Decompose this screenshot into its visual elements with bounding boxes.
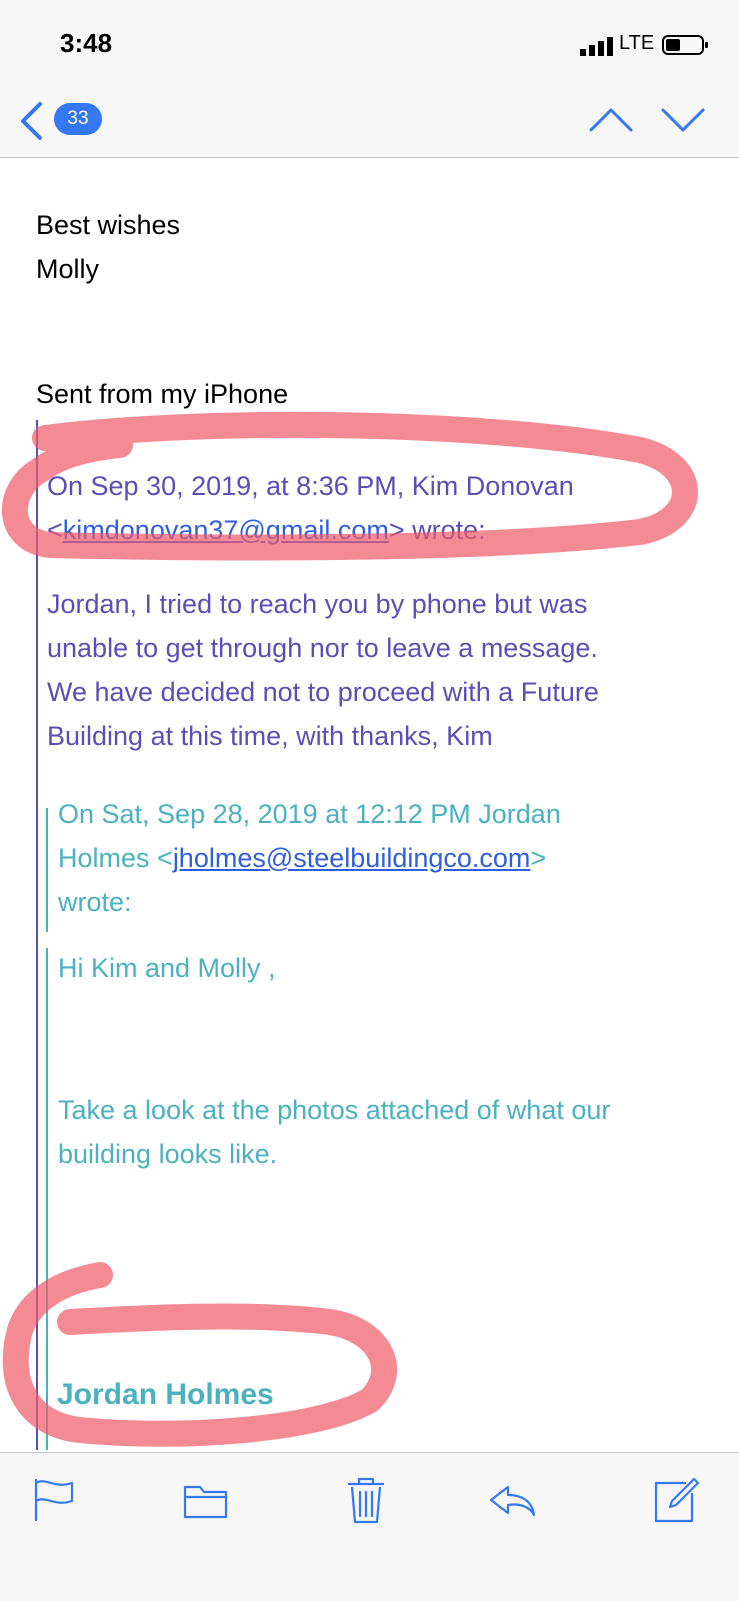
- quote1-wrote: wrote:: [412, 515, 486, 545]
- status-bar: 3:48 LTE: [0, 0, 739, 92]
- quote1-email-link[interactable]: kimdonovan37@gmail.com: [63, 515, 389, 545]
- navigation-bar: 33: [0, 92, 739, 158]
- back-button[interactable]: 33: [18, 97, 128, 145]
- signal-strength-icon: [580, 37, 613, 56]
- compose-icon[interactable]: [650, 1475, 702, 1525]
- quote1-header-email-line: <kimdonovan37@gmail.com> wrote:: [47, 515, 486, 545]
- flag-icon[interactable]: [28, 1475, 80, 1525]
- battery-icon: [662, 35, 708, 55]
- network-type: LTE: [619, 32, 655, 54]
- status-time: 3:48: [60, 28, 113, 58]
- quote1-body-line: Jordan, I tried to reach you by phone bu…: [47, 589, 588, 619]
- quote2-signature: Jordan Holmes: [57, 1378, 274, 1411]
- sent-from-line: Sent from my iPhone: [36, 379, 289, 409]
- trash-icon[interactable]: [340, 1475, 392, 1525]
- bottom-toolbar: [0, 1452, 739, 1601]
- quote-level-2-bar: [46, 948, 48, 1450]
- quote1-header-line: On Sep 30, 2019, at 8:36 PM, Kim Donovan: [47, 471, 574, 501]
- quote2-greeting: Hi Kim and Molly ,: [58, 953, 276, 983]
- quote1-body-line: unable to get through nor to leave a mes…: [47, 633, 598, 663]
- quote1-body-line: We have decided not to proceed with a Fu…: [47, 677, 599, 707]
- sender-name: Molly: [36, 254, 100, 284]
- quote1-body-line: Building at this time, with thanks, Kim: [47, 721, 493, 751]
- quote2-header-email-line: Holmes <jholmes@steelbuildingco.com>: [58, 843, 547, 873]
- quote-level-1-bar: [36, 420, 38, 1450]
- chevron-left-icon: [21, 102, 42, 140]
- quote1-body: Jordan, I tried to reach you by phone bu…: [47, 582, 707, 758]
- quote2-header-name: Holmes: [58, 843, 150, 873]
- quote2-body-line: building looks like.: [58, 1139, 278, 1169]
- previous-message-button[interactable]: [588, 100, 634, 140]
- quote2-body: Take a look at the photos attached of wh…: [58, 1088, 708, 1176]
- quote2-body-line: Take a look at the photos attached of wh…: [58, 1095, 611, 1125]
- quote2-header-line: On Sat, Sep 28, 2019 at 12:12 PM Jordan: [58, 799, 561, 829]
- quote2-wrote: wrote:: [58, 887, 132, 917]
- next-message-button[interactable]: [660, 100, 706, 140]
- quote2-header: On Sat, Sep 28, 2019 at 12:12 PM Jordan …: [58, 792, 708, 924]
- quote1-header: On Sep 30, 2019, at 8:36 PM, Kim Donovan…: [47, 464, 707, 552]
- folder-icon[interactable]: [180, 1475, 232, 1525]
- unread-count-badge: 33: [54, 103, 102, 135]
- reply-icon[interactable]: [486, 1475, 538, 1525]
- closing-line: Best wishes: [36, 210, 181, 240]
- quote-level-2-bar: [46, 808, 48, 932]
- quote2-email-link[interactable]: jholmes@steelbuildingco.com: [173, 843, 531, 873]
